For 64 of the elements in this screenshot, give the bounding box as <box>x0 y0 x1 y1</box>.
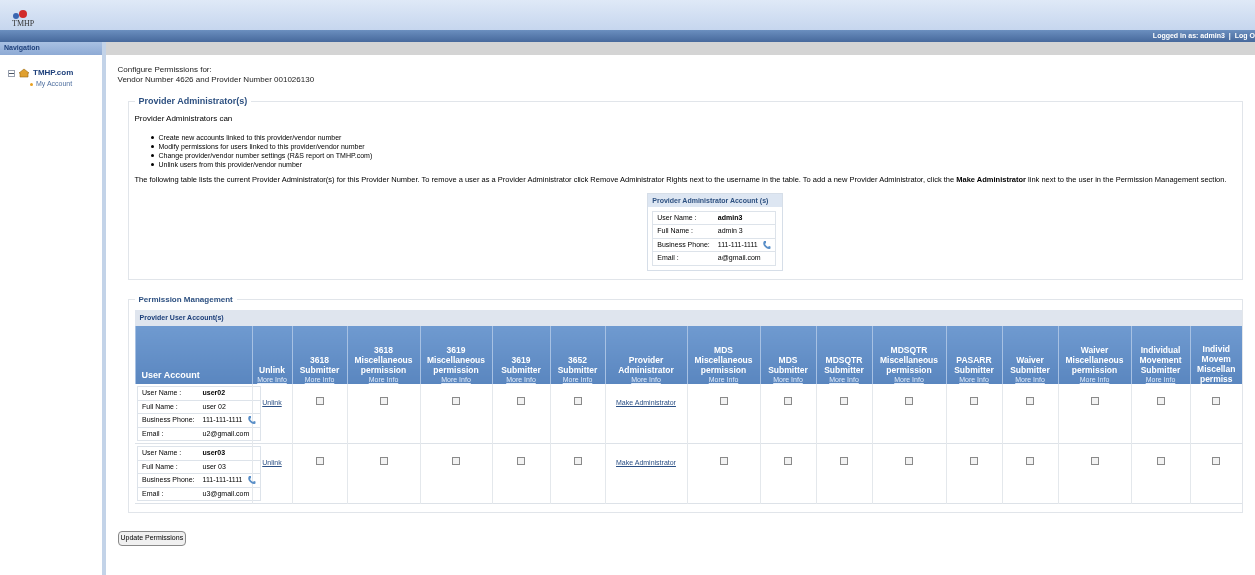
permission-checkbox[interactable] <box>905 457 913 465</box>
permission-checkbox[interactable] <box>1212 397 1221 405</box>
permission-checkbox[interactable] <box>315 397 324 405</box>
permission-checkbox[interactable] <box>517 457 525 465</box>
column-label: 3652 Submitter <box>556 355 599 375</box>
permission-checkbox[interactable] <box>452 457 460 465</box>
permission-checkbox[interactable] <box>315 457 324 465</box>
nav-link[interactable]: TMHP.com <box>33 67 74 79</box>
house-icon <box>18 68 30 78</box>
permission-checkbox[interactable] <box>1026 397 1034 405</box>
permission-checkbox[interactable] <box>1026 457 1034 465</box>
logo[interactable]: TMHP <box>12 10 35 28</box>
permission-checkbox[interactable] <box>379 397 388 405</box>
permission-checkbox[interactable] <box>1212 457 1221 465</box>
bullet-icon <box>150 153 154 157</box>
column-label: User Account <box>141 370 200 380</box>
section-title: Permission Management <box>137 293 234 306</box>
column-label: 3618 Submitter <box>298 355 341 375</box>
column-label: Individ Movem Miscellan permiss <box>1196 344 1237 384</box>
permission-checkbox[interactable] <box>905 397 913 405</box>
permission-checkbox[interactable] <box>719 457 728 465</box>
intro-text: Provider Administrators can <box>134 112 234 125</box>
permission-checkbox[interactable] <box>840 457 848 465</box>
column-label: MDSQTR Submitter <box>823 355 865 375</box>
phone-icon[interactable] <box>246 415 256 426</box>
bullet-icon <box>150 162 154 166</box>
column-label: Waiver Submitter <box>1009 355 1051 375</box>
column-label: Unlink <box>259 365 285 375</box>
collapse-icon[interactable] <box>8 69 15 77</box>
page-heading: Configure Permissions for: <box>117 65 213 75</box>
logo-text: TMHP <box>12 20 35 28</box>
column-label: 3619 Submitter <box>500 355 542 375</box>
bullet-icon <box>30 82 33 86</box>
permission-checkbox[interactable] <box>719 397 728 405</box>
column-label: Waiver Miscellaneous permission <box>1064 345 1125 375</box>
page-heading: Vendor Number 4626 and Provider Number 001026130 <box>117 75 316 85</box>
permission-checkbox[interactable] <box>452 397 460 405</box>
bullet-icon <box>150 135 154 139</box>
phone-icon[interactable] <box>246 475 256 486</box>
bullet-icon <box>150 144 154 148</box>
logo-mark-icon <box>12 10 28 20</box>
permission-checkbox[interactable] <box>1090 457 1099 465</box>
column-label: Provider Administrator <box>617 355 675 375</box>
permission-checkbox[interactable] <box>784 397 792 405</box>
permission-checkbox[interactable] <box>840 397 848 405</box>
permission-checkbox[interactable] <box>784 457 792 465</box>
section-title: Provider Administrator(s) <box>137 95 249 108</box>
permission-checkbox[interactable] <box>573 397 582 405</box>
permission-checkbox[interactable] <box>379 457 388 465</box>
column-label: MDS Submitter <box>767 355 809 375</box>
column-label: MDS Miscellaneous permission <box>693 345 754 375</box>
permission-checkbox[interactable] <box>970 397 978 405</box>
phone-icon[interactable] <box>761 239 771 250</box>
column-label: MDSQTR Miscellaneous permission <box>878 345 940 375</box>
permission-checkbox[interactable] <box>1090 397 1099 405</box>
column-label: Individual Movement Submitter <box>1138 345 1183 375</box>
permission-checkbox[interactable] <box>1156 397 1165 405</box>
permission-checkbox[interactable] <box>517 397 525 405</box>
permission-checkbox[interactable] <box>1156 457 1165 465</box>
permission-checkbox[interactable] <box>573 457 582 465</box>
column-label: 3618 Miscellaneous permission <box>353 345 414 375</box>
permission-checkbox[interactable] <box>970 457 978 465</box>
column-label: PASARR Submitter <box>953 355 995 375</box>
column-label: 3619 Miscellaneous permission <box>425 345 487 375</box>
